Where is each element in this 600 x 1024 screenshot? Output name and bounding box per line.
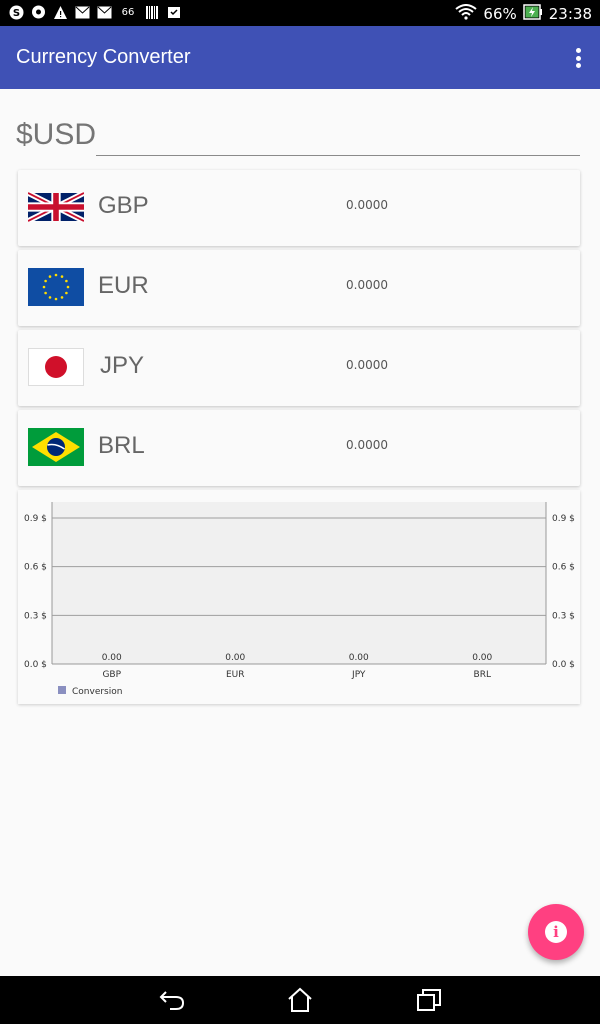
x-tick-label: JPY xyxy=(351,670,366,680)
y-tick-label-right: 0.9 $ xyxy=(552,514,575,524)
japan-flag-icon xyxy=(28,348,84,386)
svg-text:S: S xyxy=(12,8,19,19)
usd-label: $USD xyxy=(16,118,97,151)
recents-button[interactable] xyxy=(414,986,444,1014)
back-button[interactable] xyxy=(158,986,188,1014)
clipboard-icon xyxy=(166,4,182,20)
status-bar: S 66 66% 23:38 xyxy=(0,0,600,26)
currency-value: 0.0000 xyxy=(346,198,388,212)
back-icon xyxy=(159,991,185,1010)
bar-value-label: 0.00 xyxy=(102,653,122,663)
conversion-chart-card: 0.0 $ 0.0 $ 0.3 $ 0.3 $ 0.6 $ 0.6 $ 0.9 $ 0.9 $… xyxy=(18,490,580,704)
bar-value-label: 0.00 xyxy=(225,653,245,663)
currency-card-jpy[interactable]: JPY 0.0000 xyxy=(18,330,580,406)
skype-icon: S xyxy=(8,4,24,20)
mail-icon xyxy=(96,4,112,20)
more-vert-icon xyxy=(575,48,581,53)
chat-icon xyxy=(30,4,46,20)
currency-value: 0.0000 xyxy=(346,278,388,292)
currency-code: GBP xyxy=(98,192,149,219)
app-title: Currency Converter xyxy=(16,46,191,68)
currency-code: BRL xyxy=(98,432,145,459)
system-status: 66% 23:38 xyxy=(455,3,592,25)
home-icon xyxy=(288,987,312,1012)
x-tick-label: BRL xyxy=(474,670,491,680)
warning-icon xyxy=(52,4,68,20)
overflow-menu-button[interactable] xyxy=(574,48,582,68)
system-nav-bar xyxy=(0,976,600,1024)
currency-card-brl[interactable]: BRL 0.0000 xyxy=(18,410,580,486)
brazil-flag-icon xyxy=(28,428,84,466)
conversion-chart: 0.0 $ 0.0 $ 0.3 $ 0.3 $ 0.6 $ 0.6 $ 0.9 $ 0.9 $… xyxy=(24,502,575,697)
y-tick-label-right: 0.3 $ xyxy=(552,611,575,621)
currency-value: 0.0000 xyxy=(346,358,388,372)
home-button[interactable] xyxy=(285,986,315,1014)
recents-icon xyxy=(417,989,441,1011)
app-bar: Currency Converter xyxy=(0,26,600,89)
y-tick-label-left: 0.9 $ xyxy=(24,514,47,524)
x-tick-label: EUR xyxy=(226,670,245,680)
y-tick-label-right: 0.6 $ xyxy=(552,563,575,573)
signal-66-icon: 66 xyxy=(121,6,135,18)
notification-icons: S 66 xyxy=(8,4,182,20)
battery-percent: 66% xyxy=(483,5,517,23)
y-tick-label-left: 0.0 $ xyxy=(24,660,47,670)
uk-flag-icon xyxy=(28,188,84,226)
usd-amount-input[interactable] xyxy=(96,114,580,156)
currency-code: JPY xyxy=(100,352,145,379)
y-tick-label-left: 0.6 $ xyxy=(24,563,47,573)
eu-flag-icon xyxy=(28,268,84,306)
battery-charging-icon xyxy=(523,3,543,25)
currency-card-eur[interactable]: EUR 0.0000 xyxy=(18,250,580,326)
wifi-icon xyxy=(455,4,478,24)
x-tick-label: GBP xyxy=(102,670,121,680)
barcode-icon xyxy=(144,4,160,20)
y-tick-label-right: 0.0 $ xyxy=(552,660,575,670)
currency-card-gbp[interactable]: GBP 0.0000 xyxy=(18,170,580,246)
usd-input-row: $USD xyxy=(16,110,582,160)
y-tick-label-left: 0.3 $ xyxy=(24,611,47,621)
mail-icon xyxy=(74,4,90,20)
clock: 23:38 xyxy=(548,5,592,23)
info-fab-button[interactable]: i xyxy=(528,904,584,960)
bar-value-label: 0.00 xyxy=(472,653,492,663)
currency-code: EUR xyxy=(98,272,149,299)
bar-value-label: 0.00 xyxy=(349,653,369,663)
legend-swatch xyxy=(58,686,66,694)
info-icon: i xyxy=(545,921,567,943)
currency-value: 0.0000 xyxy=(346,438,388,452)
legend-label: Conversion xyxy=(72,687,122,697)
plot-area xyxy=(52,502,546,664)
